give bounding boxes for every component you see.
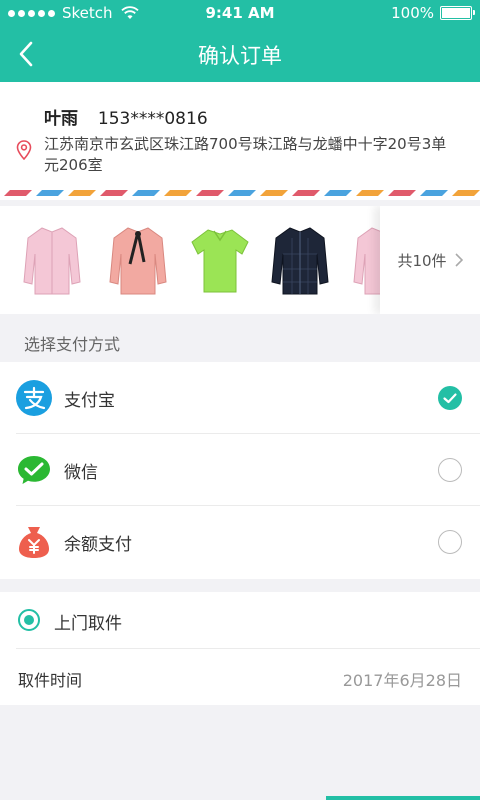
location-pin-icon xyxy=(16,140,32,160)
battery-percent: 100% xyxy=(391,4,434,22)
pickup-time-value[interactable]: 2017年6月28日 xyxy=(343,667,462,691)
status-right: 100% xyxy=(391,4,475,22)
page-title: 确认订单 xyxy=(198,44,282,68)
view-all-products-button[interactable]: 共10件 xyxy=(380,206,480,314)
product-count: 共10件 xyxy=(397,251,447,270)
product-thumb xyxy=(109,227,167,295)
payment-section-title: 选择支付方式 xyxy=(24,335,121,354)
envelope-stripe xyxy=(0,190,480,196)
battery-icon xyxy=(440,6,475,20)
full-address: 江苏南京市玄武区珠江路700号珠江路与龙蟠中十字20号3单元206室 xyxy=(44,135,447,174)
payment-option-wechat[interactable]: 微信 xyxy=(0,434,480,506)
pickup-radio-selected[interactable] xyxy=(18,609,40,631)
radio-unselected[interactable] xyxy=(438,458,462,482)
wechat-icon xyxy=(18,456,50,484)
bottom-accent-bar xyxy=(326,796,480,800)
header: Sketch 9:41 AM 100% 确认订单 xyxy=(0,0,480,82)
status-bar: Sketch 9:41 AM 100% xyxy=(0,0,480,28)
pickup-option[interactable]: 上门取件 xyxy=(0,592,480,648)
payment-options: 支付宝 微信 余额支付 xyxy=(0,362,480,579)
address-card[interactable]: 叶雨 153****0816 江苏南京市玄武区珠江路700号珠江路与龙蟠中十字2… xyxy=(0,82,480,200)
product-thumb xyxy=(271,227,329,295)
payment-option-alipay[interactable]: 支付宝 xyxy=(0,362,480,434)
product-thumb xyxy=(23,227,81,295)
payment-label: 微信 xyxy=(64,463,98,483)
payment-label: 余额支付 xyxy=(64,535,132,555)
chevron-right-icon xyxy=(454,253,463,267)
recipient-line: 叶雨 153****0816 xyxy=(44,104,208,129)
pickup-section: 上门取件 取件时间 2017年6月28日 xyxy=(0,592,480,705)
pickup-time-label: 取件时间 xyxy=(18,671,83,690)
product-thumb xyxy=(191,229,249,293)
divider xyxy=(16,648,480,649)
product-strip[interactable]: 共10件 xyxy=(0,206,480,314)
radio-selected[interactable] xyxy=(438,386,462,410)
payment-option-balance[interactable]: 余额支付 xyxy=(0,506,480,578)
radio-unselected[interactable] xyxy=(438,530,462,554)
pickup-label: 上门取件 xyxy=(54,614,122,634)
moneybag-icon xyxy=(19,527,49,558)
recipient-name: 叶雨 xyxy=(44,109,78,129)
checkmark-icon xyxy=(443,393,457,404)
payment-label: 支付宝 xyxy=(64,391,115,411)
recipient-phone: 153****0816 xyxy=(97,109,208,129)
alipay-icon xyxy=(16,380,52,416)
nav-bar: 确认订单 xyxy=(0,28,480,82)
